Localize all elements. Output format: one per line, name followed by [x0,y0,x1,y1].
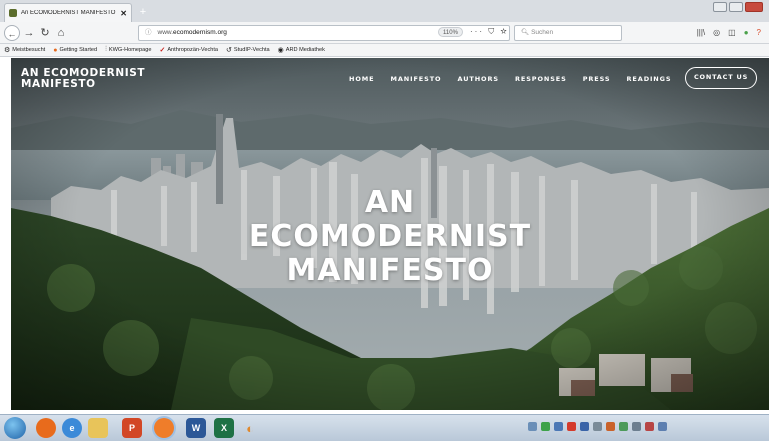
forward-arrow-icon[interactable]: → [22,25,36,41]
sync-icon[interactable]: ◎ [713,26,720,40]
tray-icon[interactable] [593,422,602,431]
browser-tab-bar: An ECOMODERNIST MANIFESTO ✕ + [0,0,769,22]
back-arrow-icon[interactable]: ← [4,25,20,41]
hero-title: AN ECOMODERNIST MANIFESTO [190,186,590,288]
site-logo[interactable]: AN ECOMODERNIST MANIFESTO [21,68,145,90]
browser-toolbar: ← → ↻ ⌂ ⓘ www.ecomodernism.org 110% ··· ⛉… [0,22,769,44]
close-window-icon[interactable] [745,2,763,12]
checkmark-icon: ✓ [159,47,166,54]
system-tray [528,422,667,431]
tab-title: An ECOMODERNIST MANIFESTO [21,10,116,16]
bookmark-label: KWG-Homepage [108,47,152,53]
close-tab-icon[interactable]: ✕ [120,9,127,18]
internet-explorer-icon[interactable]: e [62,418,82,438]
powerpoint-icon[interactable]: P [122,418,142,438]
contact-us-button[interactable]: CONTACT US [685,67,757,89]
site-favicon-icon [9,9,17,17]
bookmark-meistbesucht[interactable]: ⚙ Meistbesucht [4,46,45,54]
bookmark-label: Meistbesucht [12,47,46,53]
info-icon[interactable]: ⓘ [145,29,152,36]
tray-icon[interactable] [554,422,563,431]
logo-line-2: MANIFESTO [21,78,96,90]
bookmark-anthropozaen-vechta[interactable]: ✓ Anthropozän-Vechta [159,46,218,54]
tray-icon[interactable] [645,422,654,431]
tray-icon[interactable] [541,422,550,431]
tray-icon[interactable] [658,422,667,431]
windows-taskbar: e P W X ◐ [0,414,769,441]
extension-icon[interactable]: ● [744,26,749,40]
search-icon: 🔍︎ [521,29,530,36]
hero-title-line-3: MANIFESTO [286,253,494,288]
bookmarks-bar: ⚙ Meistbesucht ● Getting Started ⫶ KWG-Home… [0,44,769,57]
bookmark-label: StudIP-Vechta [233,47,270,53]
word-icon[interactable]: W [186,418,206,438]
new-tab-button[interactable]: + [136,5,150,19]
window-controls [713,2,763,12]
search-placeholder: Suchen [531,29,554,36]
url-domain: ecomodernism.org [173,29,227,36]
page-actions-icon[interactable]: ··· ⛉ ☆ [470,25,509,39]
minimize-icon[interactable] [713,2,727,12]
nav-press[interactable]: PRESS [583,75,611,83]
tray-icon[interactable] [580,422,589,431]
url-prefix: www. [157,29,174,36]
globe-icon: ◉ [277,47,284,54]
file-explorer-icon[interactable] [88,418,108,438]
nav-authors[interactable]: AUTHORS [457,75,499,83]
gear-icon: ⚙ [4,47,11,54]
bookmark-label: Getting Started [59,47,98,53]
bookmark-getting-started[interactable]: ● Getting Started [53,47,97,54]
hero-section: AN ECOMODERNIST MANIFESTO HOME MANIFESTO… [11,58,769,410]
firefox-icon: ● [53,46,58,54]
media-icon[interactable]: ◐ [240,418,260,438]
link-icon: ⫶ [105,46,107,53]
home-icon[interactable]: ⌂ [54,25,68,41]
hero-title-line-1: AN [364,185,416,220]
tray-icon[interactable] [619,422,628,431]
bookmark-label: Anthropozän-Vechta [167,47,219,53]
excel-icon[interactable]: X [214,418,234,438]
bookmark-studip-vechta[interactable]: ↺ StudIP-Vechta [226,46,270,54]
bookmark-kwg-homepage[interactable]: ⫶ KWG-Homepage [105,46,151,54]
firefox-icon[interactable] [36,418,56,438]
tray-icon[interactable] [632,422,641,431]
nav-readings[interactable]: READINGS [627,75,672,83]
sidebar-icon[interactable]: ◫ [728,26,736,40]
bookmark-ard-mediathek[interactable]: ◉ ARD Mediathek [278,46,325,54]
reload-icon[interactable]: ↻ [38,25,52,41]
tray-icon[interactable] [567,422,576,431]
tray-icon[interactable] [528,422,537,431]
hero-title-line-2: ECOMODERNIST [248,219,532,254]
browser-tab[interactable]: An ECOMODERNIST MANIFESTO ✕ [4,3,132,22]
link-icon: ↺ [226,47,232,54]
maximize-icon[interactable] [729,2,743,12]
nav-manifesto[interactable]: MANIFESTO [390,75,441,83]
nav-home[interactable]: HOME [349,75,374,83]
site-navigation: HOME MANIFESTO AUTHORS RESPONSES PRESS R… [349,75,671,83]
search-input[interactable]: 🔍︎ Suchen [514,25,622,41]
firefox-active-icon[interactable] [154,418,174,438]
tray-icon[interactable] [606,422,615,431]
library-icon[interactable]: |||\ [697,26,705,40]
zoom-indicator[interactable]: 110% [438,27,463,37]
start-icon[interactable] [4,417,26,439]
toolbar-icons: |||\ ◎ ◫ ● ? [697,26,761,40]
help-icon[interactable]: ? [757,26,761,40]
nav-responses[interactable]: RESPONSES [515,75,567,83]
bookmark-label: ARD Mediathek [285,47,325,53]
